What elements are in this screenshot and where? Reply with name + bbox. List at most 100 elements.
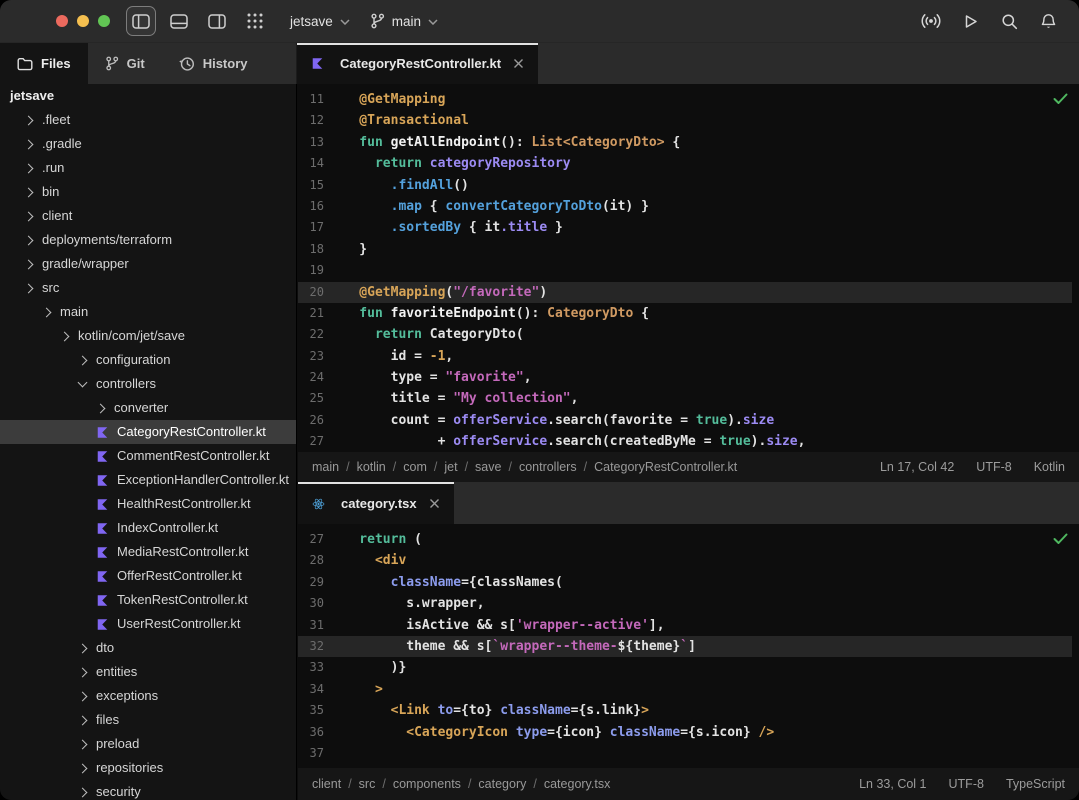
- tree-folder-item[interactable]: converter: [0, 396, 296, 420]
- code-line[interactable]: 34 >: [298, 679, 1072, 700]
- tree-folder-item[interactable]: configuration: [0, 348, 296, 372]
- chevron-right-icon[interactable]: [78, 715, 88, 725]
- caret-position[interactable]: Ln 17, Col 42: [880, 460, 954, 474]
- code-line[interactable]: 18 }: [298, 239, 1072, 260]
- tab-history[interactable]: History: [162, 43, 265, 84]
- code-line[interactable]: 22 return CategoryDto(: [298, 324, 1072, 345]
- chevron-right-icon[interactable]: [78, 355, 88, 365]
- tree-folder-item[interactable]: security: [0, 780, 296, 800]
- run-button[interactable]: [957, 8, 983, 34]
- tree-folder-item[interactable]: main: [0, 300, 296, 324]
- breadcrumb-item[interactable]: main: [312, 460, 339, 474]
- tab-files[interactable]: Files: [0, 43, 88, 84]
- tree-file-item[interactable]: OfferRestController.kt: [0, 564, 296, 588]
- file-language[interactable]: Kotlin: [1034, 460, 1065, 474]
- chevron-right-icon[interactable]: [24, 235, 34, 245]
- chevron-right-icon[interactable]: [24, 139, 34, 149]
- tree-folder-item[interactable]: files: [0, 708, 296, 732]
- breadcrumb-item[interactable]: kotlin: [357, 460, 386, 474]
- caret-position[interactable]: Ln 33, Col 1: [859, 777, 926, 791]
- tab-git[interactable]: Git: [88, 43, 162, 84]
- close-tab-icon[interactable]: [513, 58, 524, 69]
- tree-file-item[interactable]: CategoryRestController.kt: [0, 420, 296, 444]
- tree-folder-item[interactable]: kotlin/com/jet/save: [0, 324, 296, 348]
- chevron-right-icon[interactable]: [24, 163, 34, 173]
- tree-folder-item[interactable]: repositories: [0, 756, 296, 780]
- chevron-right-icon[interactable]: [24, 115, 34, 125]
- tree-folder-item[interactable]: .gradle: [0, 132, 296, 156]
- chevron-right-icon[interactable]: [60, 331, 70, 341]
- toggle-left-panel-button[interactable]: [126, 6, 156, 36]
- file-encoding[interactable]: UTF-8: [976, 460, 1011, 474]
- code-line[interactable]: 21 fun favoriteEndpoint(): CategoryDto {: [298, 303, 1072, 324]
- chevron-right-icon[interactable]: [78, 739, 88, 749]
- code-line[interactable]: 14 return categoryRepository: [298, 153, 1072, 174]
- code-line-current[interactable]: 32 theme && s[`wrapper--theme-${theme}`]: [298, 636, 1072, 657]
- breadcrumb-item[interactable]: category: [478, 777, 526, 791]
- notifications-button[interactable]: [1035, 8, 1061, 34]
- tree-folder-item[interactable]: client: [0, 204, 296, 228]
- tree-file-item[interactable]: CommentRestController.kt: [0, 444, 296, 468]
- code-line[interactable]: 13 fun getAllEndpoint(): List<CategoryDt…: [298, 132, 1072, 153]
- tree-file-item[interactable]: UserRestController.kt: [0, 612, 296, 636]
- toggle-right-panel-button[interactable]: [202, 6, 232, 36]
- code-line[interactable]: 11 @GetMapping: [298, 89, 1072, 110]
- code-line[interactable]: 12 @Transactional: [298, 110, 1072, 131]
- chevron-right-icon[interactable]: [42, 307, 52, 317]
- chevron-right-icon[interactable]: [24, 283, 34, 293]
- chevron-right-icon[interactable]: [24, 211, 34, 221]
- tree-file-item[interactable]: ExceptionHandlerController.kt: [0, 468, 296, 492]
- tree-folder-item[interactable]: .fleet: [0, 108, 296, 132]
- breadcrumb-item[interactable]: src: [359, 777, 376, 791]
- tree-folder-item[interactable]: exceptions: [0, 684, 296, 708]
- code-line[interactable]: 17 .sortedBy { it.title }: [298, 217, 1072, 238]
- tree-file-item[interactable]: HealthRestController.kt: [0, 492, 296, 516]
- zoom-window-button[interactable]: [98, 15, 110, 27]
- breadcrumb-top[interactable]: main/kotlin/com/jet/save/controllers/Cat…: [312, 460, 880, 474]
- code-line[interactable]: 33 )}: [298, 657, 1072, 678]
- branch-selector[interactable]: main: [370, 13, 438, 29]
- tree-folder-item[interactable]: controllers: [0, 372, 296, 396]
- breadcrumb-item[interactable]: components: [393, 777, 461, 791]
- inspections-ok-icon[interactable]: [1053, 533, 1068, 545]
- tree-folder-item[interactable]: src: [0, 276, 296, 300]
- close-window-button[interactable]: [56, 15, 68, 27]
- workspaces-grid-button[interactable]: [240, 6, 270, 36]
- file-encoding[interactable]: UTF-8: [949, 777, 984, 791]
- code-line[interactable]: 28 <div: [298, 550, 1072, 571]
- tree-folder-item[interactable]: .run: [0, 156, 296, 180]
- tree-root-item[interactable]: jetsave: [0, 84, 296, 108]
- chevron-right-icon[interactable]: [24, 259, 34, 269]
- code-line[interactable]: 27 + offerService.search(createdByMe = t…: [298, 431, 1072, 452]
- close-tab-icon[interactable]: [429, 498, 440, 509]
- code-line[interactable]: 30 s.wrapper,: [298, 593, 1072, 614]
- code-line[interactable]: 35 <Link to={to} className={s.link}>: [298, 700, 1072, 721]
- breadcrumb-item[interactable]: client: [312, 777, 341, 791]
- tree-file-item[interactable]: IndexController.kt: [0, 516, 296, 540]
- code-line[interactable]: 15 .findAll(): [298, 175, 1072, 196]
- editor-pane-bottom[interactable]: 27 return (28 <div29 className={classNam…: [298, 524, 1079, 768]
- tree-file-item[interactable]: TokenRestController.kt: [0, 588, 296, 612]
- editor-tab-kotlin-file[interactable]: CategoryRestController.kt: [297, 43, 538, 84]
- code-line[interactable]: 25 title = "My collection",: [298, 388, 1072, 409]
- code-line[interactable]: 27 return (: [298, 529, 1072, 550]
- chevron-right-icon[interactable]: [96, 403, 106, 413]
- chevron-down-icon[interactable]: [78, 378, 88, 388]
- code-line[interactable]: 26 count = offerService.search(favorite …: [298, 410, 1072, 431]
- editor-pane-top[interactable]: 11 @GetMapping12 @Transactional13 fun ge…: [298, 84, 1079, 452]
- tree-folder-item[interactable]: dto: [0, 636, 296, 660]
- tree-folder-item[interactable]: entities: [0, 660, 296, 684]
- code-line[interactable]: 16 .map { convertCategoryToDto(it) }: [298, 196, 1072, 217]
- code-line[interactable]: 23 id = -1,: [298, 346, 1072, 367]
- code-line[interactable]: 36 <CategoryIcon type={icon} className={…: [298, 722, 1072, 743]
- tree-folder-item[interactable]: bin: [0, 180, 296, 204]
- chevron-right-icon[interactable]: [78, 691, 88, 701]
- inspections-ok-icon[interactable]: [1053, 93, 1068, 105]
- code-line[interactable]: 24 type = "favorite",: [298, 367, 1072, 388]
- chevron-right-icon[interactable]: [78, 787, 88, 797]
- tree-folder-item[interactable]: preload: [0, 732, 296, 756]
- code-line[interactable]: 19: [298, 260, 1072, 281]
- code-line-current[interactable]: 20 @GetMapping("/favorite"): [298, 282, 1072, 303]
- breadcrumb-item[interactable]: controllers: [519, 460, 577, 474]
- tree-folder-item[interactable]: deployments/terraform: [0, 228, 296, 252]
